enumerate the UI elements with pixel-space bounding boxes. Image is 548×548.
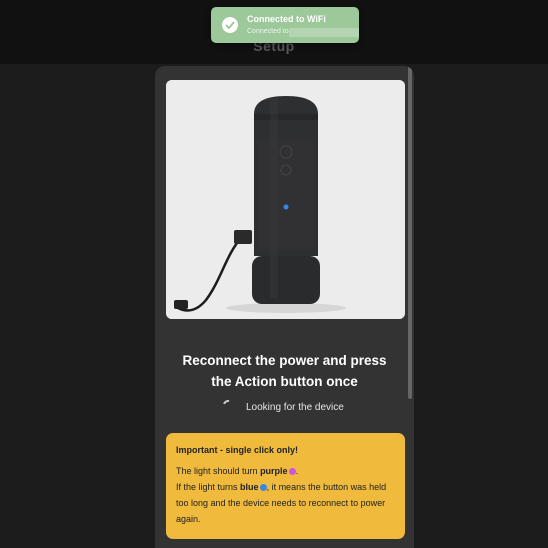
notice-line-1: The light should turn purple. — [176, 466, 299, 476]
notice-line-2: If the light turns blue, it means the bu… — [176, 482, 387, 524]
toast-title: Connected to WiFi — [247, 14, 326, 24]
heading-line-2: the Action button once — [211, 374, 358, 389]
check-circle-icon — [222, 17, 238, 33]
toast-subtitle: Connected to — [247, 28, 289, 35]
setup-card: Reconnect the power and press the Action… — [155, 66, 414, 548]
important-notice: Important - single click only! The light… — [166, 433, 405, 539]
loading-spinner-icon — [221, 398, 235, 412]
heading-line-1: Reconnect the power and press — [182, 353, 387, 368]
redacted-network-name — [289, 28, 359, 37]
status-text: Looking for the device — [246, 402, 344, 413]
purple-dot-icon — [288, 468, 296, 475]
purple-word: purple — [260, 466, 288, 476]
notice-title: Important - single click only! — [176, 445, 299, 455]
blue-word: blue — [240, 482, 259, 492]
blue-dot-icon — [259, 484, 267, 491]
device-photo — [166, 80, 405, 319]
instruction-heading: Reconnect the power and press the Action… — [155, 350, 414, 392]
wifi-toast: Connected to WiFi Connected to — [211, 7, 359, 43]
